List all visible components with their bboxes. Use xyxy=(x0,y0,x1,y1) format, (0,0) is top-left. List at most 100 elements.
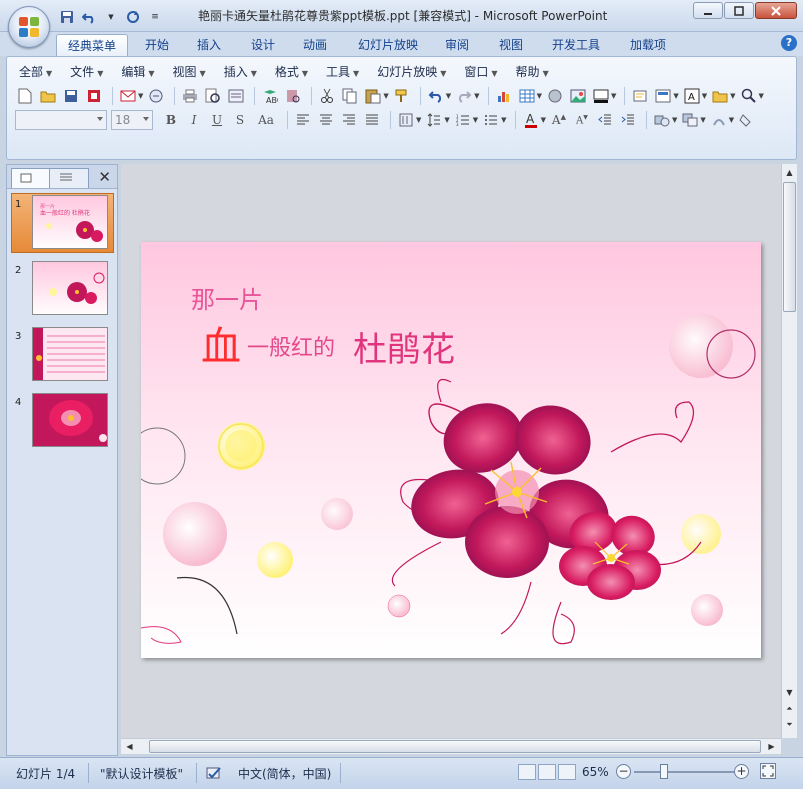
align-center-icon[interactable] xyxy=(316,110,336,130)
customize-qat-icon[interactable]: ≡ xyxy=(146,8,164,26)
help-icon[interactable]: ? xyxy=(781,35,797,51)
horizontal-scroll-thumb[interactable] xyxy=(149,740,761,753)
font-color-icon[interactable]: A xyxy=(521,110,541,130)
menu-edit[interactable]: 编辑 ▼ xyxy=(117,63,158,81)
maximize-button[interactable] xyxy=(724,2,754,19)
scroll-up-icon[interactable]: ▲ xyxy=(783,166,796,180)
menu-help[interactable]: 帮助 ▼ xyxy=(512,63,553,81)
publish-icon[interactable] xyxy=(146,86,166,106)
close-button[interactable] xyxy=(755,2,797,19)
slide-text-line2[interactable]: 一般红的 xyxy=(247,330,335,362)
slide-thumbnail-3[interactable] xyxy=(32,327,108,381)
font-name-select[interactable] xyxy=(15,110,107,130)
chevron-down-icon[interactable]: ▼ xyxy=(673,92,678,100)
menu-format[interactable]: 格式 ▼ xyxy=(271,63,312,81)
normal-view-icon[interactable] xyxy=(518,764,536,780)
shape-fill-icon[interactable] xyxy=(737,110,757,130)
chevron-down-icon[interactable]: ▼ xyxy=(473,116,478,124)
decrease-indent-icon[interactable] xyxy=(595,110,615,130)
insert-picture-icon[interactable] xyxy=(568,86,588,106)
undo-icon[interactable] xyxy=(80,8,98,26)
quick-styles-icon[interactable] xyxy=(709,110,729,130)
new-file-icon[interactable] xyxy=(15,86,35,106)
zoom-in-icon[interactable]: + xyxy=(734,764,749,779)
zoom-slider-thumb[interactable] xyxy=(660,764,668,779)
insert-media-icon[interactable] xyxy=(545,86,565,106)
tab-outline[interactable] xyxy=(49,168,89,188)
slide-canvas[interactable]: 那一片 血 一般红的 杜鹃花 xyxy=(141,242,761,658)
office-button[interactable] xyxy=(8,6,50,48)
tab-home[interactable]: 开始 xyxy=(136,34,178,56)
zoom-icon[interactable] xyxy=(739,86,759,106)
menu-window[interactable]: 窗口 ▼ xyxy=(460,63,501,81)
chevron-down-icon[interactable]: ▼ xyxy=(759,92,764,100)
chevron-down-icon[interactable]: ▼ xyxy=(730,92,735,100)
arrange-icon[interactable] xyxy=(680,110,700,130)
slide-sorter-icon[interactable] xyxy=(538,764,556,780)
justify-icon[interactable] xyxy=(362,110,382,130)
chevron-down-icon[interactable]: ▼ xyxy=(611,92,616,100)
align-right-icon[interactable] xyxy=(339,110,359,130)
tab-review[interactable]: 审阅 xyxy=(436,34,478,56)
tab-view[interactable]: 视图 xyxy=(490,34,532,56)
font-size-select[interactable]: 18 xyxy=(111,110,153,130)
open-folder-icon[interactable] xyxy=(38,86,58,106)
chevron-down-icon[interactable]: ▼ xyxy=(729,116,734,124)
slide-text-big-char[interactable]: 血 xyxy=(201,314,241,372)
chevron-down-icon[interactable]: ▼ xyxy=(138,92,143,100)
scroll-down-icon[interactable]: ▼ xyxy=(783,686,796,700)
email-icon[interactable] xyxy=(118,86,138,106)
fit-to-window-icon[interactable] xyxy=(760,763,776,779)
tab-classic-menu[interactable]: 经典菜单 xyxy=(56,34,128,56)
spellcheck-icon[interactable] xyxy=(226,86,246,106)
chevron-down-icon[interactable]: ▼ xyxy=(541,116,546,124)
shadow-button[interactable]: S xyxy=(230,110,250,130)
text-box-icon[interactable]: A xyxy=(682,86,702,106)
close-icon[interactable]: ✕ xyxy=(98,168,111,186)
menu-insert[interactable]: 插入 ▼ xyxy=(220,63,261,81)
chevron-down-icon[interactable]: ▼ xyxy=(501,116,506,124)
zoom-out-icon[interactable]: − xyxy=(616,764,631,779)
chevron-down-icon[interactable]: ▼ xyxy=(700,116,705,124)
redo-icon[interactable] xyxy=(454,86,474,106)
menu-view[interactable]: 视图 ▼ xyxy=(169,63,210,81)
vertical-scroll-thumb[interactable] xyxy=(783,182,796,312)
insert-chart-icon[interactable] xyxy=(494,86,514,106)
menu-tools[interactable]: 工具 ▼ xyxy=(322,63,363,81)
save-icon[interactable] xyxy=(58,8,76,26)
folder-icon[interactable] xyxy=(710,86,730,106)
tab-animation[interactable]: 动画 xyxy=(294,34,336,56)
menu-file[interactable]: 文件 ▼ xyxy=(66,63,107,81)
horizontal-scrollbar[interactable]: ◀ ▶ xyxy=(121,738,781,754)
new-slide-icon[interactable] xyxy=(630,86,650,106)
chevron-down-icon[interactable]: ▼ xyxy=(672,116,677,124)
bold-button[interactable]: B xyxy=(161,110,181,130)
research-icon[interactable]: ABC xyxy=(260,86,280,106)
vertical-scrollbar[interactable]: ▲ ▼ ⏶ ⏷ xyxy=(781,164,797,738)
paste-icon[interactable] xyxy=(363,86,383,106)
format-painter-icon[interactable] xyxy=(392,86,412,106)
slide-thumbnail-2[interactable] xyxy=(32,261,108,315)
chevron-down-icon[interactable]: ▼ xyxy=(102,8,120,26)
slide-layout-icon[interactable] xyxy=(653,86,673,106)
chevron-down-icon[interactable]: ▼ xyxy=(537,92,542,100)
slide-thumbnail-4[interactable] xyxy=(32,393,108,447)
menu-slideshow[interactable]: 幻灯片放映 ▼ xyxy=(373,63,450,81)
chevron-down-icon[interactable]: ▼ xyxy=(383,92,388,100)
language-indicator[interactable]: 中文(简体，中国) xyxy=(238,765,331,782)
numbering-icon[interactable]: 123 xyxy=(453,110,473,130)
tab-addins[interactable]: 加载项 xyxy=(620,34,676,56)
scroll-left-icon[interactable]: ◀ xyxy=(123,740,136,754)
undo-icon[interactable] xyxy=(426,86,446,106)
print-icon[interactable] xyxy=(180,86,200,106)
increase-indent-icon[interactable] xyxy=(618,110,638,130)
insert-table-icon[interactable] xyxy=(517,86,537,106)
slide-text-line1[interactable]: 那一片 xyxy=(191,280,263,315)
permission-icon[interactable] xyxy=(84,86,104,106)
slide-thumbnail-1[interactable]: 那一片 血一般红的 杜鹃花 xyxy=(32,195,108,249)
copy-icon[interactable] xyxy=(340,86,360,106)
cut-icon[interactable] xyxy=(317,86,337,106)
tab-design[interactable]: 设计 xyxy=(242,34,284,56)
chevron-down-icon[interactable]: ▼ xyxy=(444,116,449,124)
shrink-font-icon[interactable]: A▼ xyxy=(572,110,592,130)
